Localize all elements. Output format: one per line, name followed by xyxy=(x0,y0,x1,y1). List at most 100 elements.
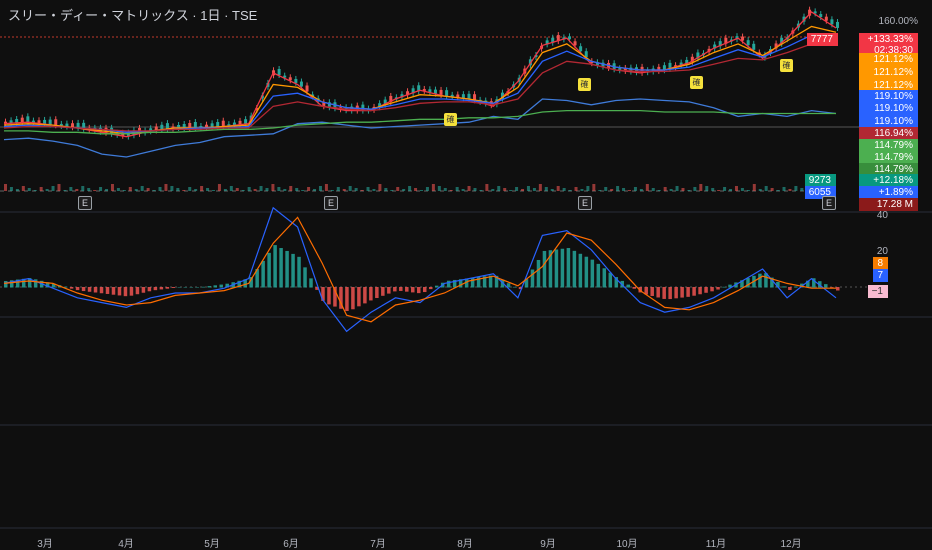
signal-marker[interactable]: 確 xyxy=(578,78,591,91)
volume-bar xyxy=(93,190,97,191)
macd-histogram-bar xyxy=(291,253,295,288)
volume-bar xyxy=(657,190,661,191)
macd-histogram-bar xyxy=(716,287,720,290)
macd-histogram-bar xyxy=(554,249,559,288)
candle-body xyxy=(567,36,571,40)
volume-bar xyxy=(717,190,721,191)
macd-histogram-bar xyxy=(141,287,146,293)
earnings-marker[interactable]: E xyxy=(324,196,338,210)
macd-histogram-bar xyxy=(147,287,152,292)
macd-histogram-bar xyxy=(297,256,301,288)
candle-body xyxy=(305,85,309,92)
macd-histogram-bar xyxy=(363,287,367,304)
volume-bar xyxy=(259,186,263,191)
signal-marker[interactable]: 確 xyxy=(780,59,793,72)
signal-marker[interactable]: 確 xyxy=(690,76,703,89)
macd-histogram-bar xyxy=(387,287,391,294)
volume-bar xyxy=(479,190,483,191)
macd-histogram-bar xyxy=(357,287,361,307)
candle-body xyxy=(294,78,298,83)
macd-histogram-bar xyxy=(159,287,164,290)
volume-bar xyxy=(800,188,804,191)
earnings-marker[interactable]: E xyxy=(78,196,92,210)
macd-histogram-bar xyxy=(686,287,690,297)
macd-histogram-bar xyxy=(207,286,212,288)
earnings-marker[interactable]: E xyxy=(822,196,836,210)
volume-bar xyxy=(568,190,572,191)
volume-bar xyxy=(526,186,530,191)
volume-bar xyxy=(497,186,501,191)
volume-bar xyxy=(610,189,614,191)
volume-bar xyxy=(283,189,287,191)
x-tick-label: 3月 xyxy=(37,539,53,550)
x-tick-label: 12月 xyxy=(780,539,802,550)
volume-bar xyxy=(431,184,435,191)
volume-bar xyxy=(705,186,709,191)
price-line-1 xyxy=(3,11,837,138)
earnings-marker[interactable]: E xyxy=(578,196,592,210)
volume-bar xyxy=(313,189,317,191)
volume-bar xyxy=(687,190,691,191)
volume-bar xyxy=(711,188,715,191)
volume-bar xyxy=(515,187,519,191)
volume-bar xyxy=(509,190,513,191)
macd-histogram-bar xyxy=(129,287,134,296)
volume-bar xyxy=(592,184,596,191)
volume-bar xyxy=(235,188,239,191)
volume-bar xyxy=(39,187,43,191)
volume-bar xyxy=(437,186,441,191)
tag-macd_line: 7 xyxy=(873,269,888,282)
chart-canvas[interactable] xyxy=(0,0,932,550)
macd-histogram-bar xyxy=(764,273,768,288)
tag-vol_c: 17.28 M xyxy=(859,198,918,211)
macd-histogram-bar xyxy=(201,286,206,288)
macd-histogram-bar xyxy=(608,272,613,288)
macd-histogram-bar xyxy=(303,267,307,288)
signal-marker[interactable]: 確 xyxy=(444,113,457,126)
volume-bar xyxy=(57,184,61,191)
volume-bar xyxy=(4,184,7,191)
candle-body xyxy=(193,122,197,128)
candle-body xyxy=(579,46,583,52)
volume-bar xyxy=(586,186,590,191)
volume-bar xyxy=(443,188,447,191)
volume-bar xyxy=(788,189,792,191)
volume-bar xyxy=(194,189,198,191)
macd-histogram-bar xyxy=(153,287,158,291)
x-tick-label: 11月 xyxy=(705,539,727,550)
macd-histogram-bar xyxy=(782,286,786,288)
tag-ma_blue_2: 119.10% xyxy=(859,102,918,115)
macd-histogram-bar xyxy=(87,287,92,292)
macd-histogram-bar xyxy=(470,277,475,288)
volume-bar xyxy=(366,187,370,191)
volume-bar xyxy=(348,186,352,191)
candle-body xyxy=(746,40,750,46)
macd-histogram-bar xyxy=(165,287,170,289)
volume-bar xyxy=(473,188,477,191)
volume-bar xyxy=(277,187,281,191)
macd-histogram-bar xyxy=(758,273,762,288)
volume-bar xyxy=(645,184,649,191)
macd-histogram-bar xyxy=(399,287,403,291)
macd-histogram-bar xyxy=(650,287,654,297)
volume-bar xyxy=(15,189,19,191)
macd-histogram-bar xyxy=(704,287,708,293)
volume-bar xyxy=(604,187,608,191)
volume-bar xyxy=(562,188,566,191)
volume-bar xyxy=(396,187,400,191)
volume-bar xyxy=(758,189,762,191)
macd-histogram-bar xyxy=(327,287,331,305)
volume-bar xyxy=(663,187,667,191)
volume-bar xyxy=(669,189,673,191)
volume-bar xyxy=(152,190,156,191)
volume-bar xyxy=(116,188,120,191)
macd-histogram-bar xyxy=(794,286,798,288)
volume-bar xyxy=(633,187,637,191)
volume-bar xyxy=(33,190,37,191)
x-tick-label: 9月 xyxy=(540,539,556,550)
volume-bar xyxy=(212,190,215,191)
macd-histogram-bar xyxy=(279,248,283,288)
volume-bar xyxy=(146,188,150,191)
volume-bar xyxy=(461,189,465,191)
volume-bar xyxy=(200,186,204,191)
